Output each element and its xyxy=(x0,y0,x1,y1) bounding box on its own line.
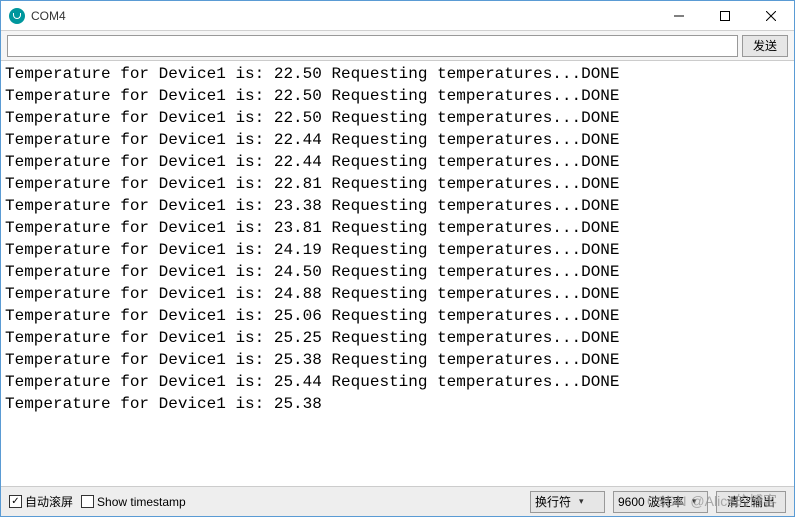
console-line: Temperature for Device1 is: 25.38 Reques… xyxy=(5,349,790,371)
serial-monitor-window: COM4 发送 Temperature for Device1 is: 22.5… xyxy=(0,0,795,517)
close-icon xyxy=(766,11,776,21)
close-button[interactable] xyxy=(748,1,794,30)
serial-output[interactable]: Temperature for Device1 is: 22.50 Reques… xyxy=(1,61,794,486)
serial-input[interactable] xyxy=(7,35,738,57)
console-line: Temperature for Device1 is: 22.44 Reques… xyxy=(5,129,790,151)
send-row: 发送 xyxy=(1,31,794,61)
checkbox-icon: ✓ xyxy=(9,495,22,508)
autoscroll-label: 自动滚屏 xyxy=(25,493,73,510)
clear-output-button[interactable]: 清空输出 xyxy=(716,491,786,513)
window-controls xyxy=(656,1,794,30)
minimize-button[interactable] xyxy=(656,1,702,30)
console-line: Temperature for Device1 is: 22.50 Reques… xyxy=(5,63,790,85)
line-ending-select[interactable]: 换行符 ▾ xyxy=(530,491,605,513)
chevron-down-icon: ▾ xyxy=(692,496,697,507)
timestamp-label: Show timestamp xyxy=(97,495,186,509)
checkbox-icon xyxy=(81,495,94,508)
minimize-icon xyxy=(674,11,684,21)
status-bar: ✓ 自动滚屏 Show timestamp 换行符 ▾ 9600 波特率 ▾ 清… xyxy=(1,486,794,516)
console-line: Temperature for Device1 is: 24.88 Reques… xyxy=(5,283,790,305)
autoscroll-checkbox[interactable]: ✓ 自动滚屏 xyxy=(9,493,73,510)
line-ending-value: 换行符 xyxy=(535,493,571,510)
console-line: Temperature for Device1 is: 23.38 Reques… xyxy=(5,195,790,217)
chevron-down-icon: ▾ xyxy=(579,496,584,507)
console-line: Temperature for Device1 is: 22.50 Reques… xyxy=(5,107,790,129)
window-title: COM4 xyxy=(31,9,66,23)
console-line: Temperature for Device1 is: 25.25 Reques… xyxy=(5,327,790,349)
console-line: Temperature for Device1 is: 22.44 Reques… xyxy=(5,151,790,173)
console-line: Temperature for Device1 is: 25.38 xyxy=(5,393,790,415)
console-line: Temperature for Device1 is: 25.06 Reques… xyxy=(5,305,790,327)
console-line: Temperature for Device1 is: 25.44 Reques… xyxy=(5,371,790,393)
titlebar: COM4 xyxy=(1,1,794,31)
baud-rate-select[interactable]: 9600 波特率 ▾ xyxy=(613,491,708,513)
timestamp-checkbox[interactable]: Show timestamp xyxy=(81,495,186,509)
maximize-icon xyxy=(720,11,730,21)
console-line: Temperature for Device1 is: 22.81 Reques… xyxy=(5,173,790,195)
maximize-button[interactable] xyxy=(702,1,748,30)
console-line: Temperature for Device1 is: 22.50 Reques… xyxy=(5,85,790,107)
arduino-icon xyxy=(9,8,25,24)
console-line: Temperature for Device1 is: 24.50 Reques… xyxy=(5,261,790,283)
console-line: Temperature for Device1 is: 23.81 Reques… xyxy=(5,217,790,239)
baud-rate-value: 9600 波特率 xyxy=(618,493,684,510)
send-button[interactable]: 发送 xyxy=(742,35,788,57)
console-line: Temperature for Device1 is: 24.19 Reques… xyxy=(5,239,790,261)
